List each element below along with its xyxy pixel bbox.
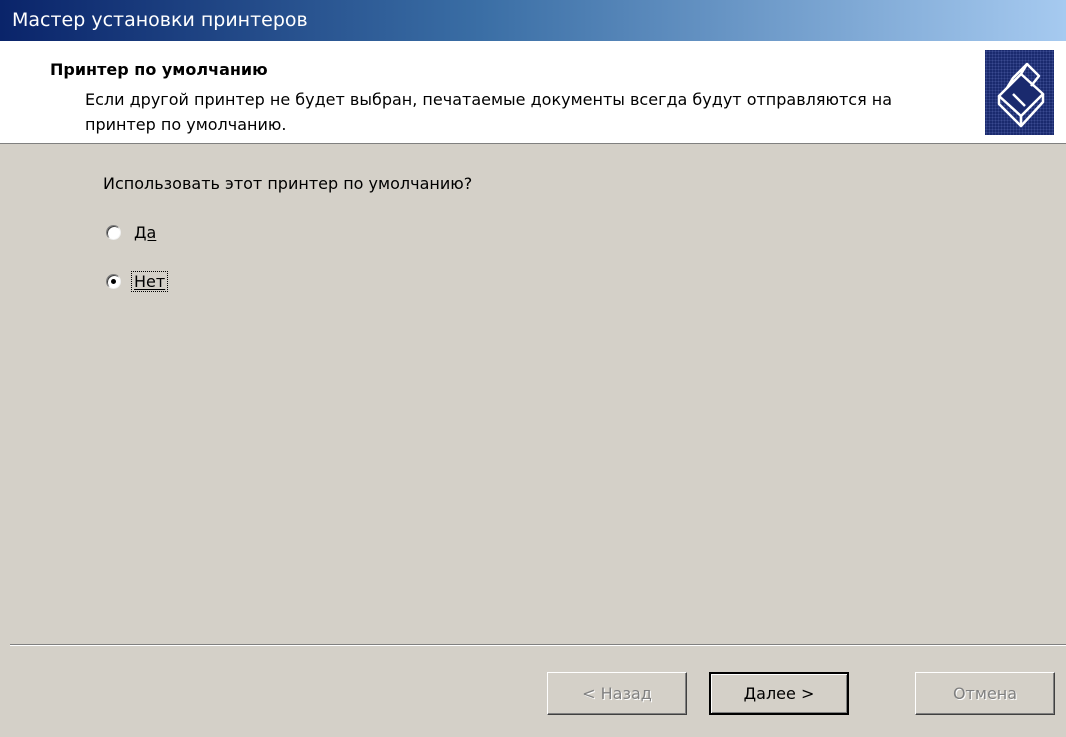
default-printer-question: Использовать этот принтер по умолчанию?: [103, 174, 473, 193]
radio-yes[interactable]: Да: [106, 219, 158, 245]
button-separator: [10, 644, 1066, 646]
radio-no-circle[interactable]: [106, 273, 121, 289]
radio-yes-circle[interactable]: [106, 224, 121, 240]
radio-no[interactable]: Нет: [106, 268, 169, 294]
window-title: Мастер установки принтеров: [12, 9, 308, 31]
header-title: Принтер по умолчанию: [50, 60, 268, 79]
radio-selected-dot: [111, 278, 116, 284]
wizard-header: Принтер по умолчанию Если другой принтер…: [0, 41, 1066, 144]
window-title-bar[interactable]: Мастер установки принтеров: [0, 0, 1066, 41]
header-subtitle: Если другой принтер не будет выбран, печ…: [85, 90, 893, 134]
radio-yes-label[interactable]: Да: [132, 223, 158, 242]
next-button[interactable]: Далее >: [709, 672, 849, 715]
cancel-button[interactable]: Отмена: [915, 672, 1055, 715]
printer-wizard-icon: [985, 50, 1054, 135]
radio-no-label[interactable]: Нет: [130, 270, 169, 292]
back-button[interactable]: < Назад: [547, 672, 687, 715]
printer-icon-graphic: [997, 62, 1045, 128]
